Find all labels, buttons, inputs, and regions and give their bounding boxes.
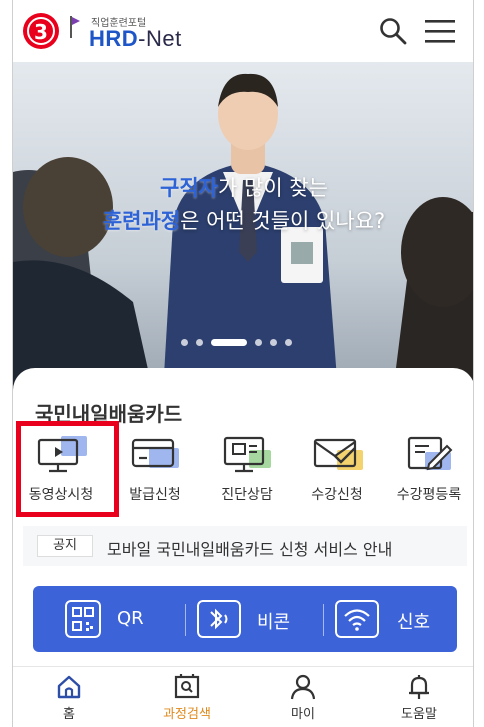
app-header: 3 직업훈련포털 HRD-Net xyxy=(13,0,473,62)
notice-badge: 공지 xyxy=(37,535,93,557)
auth-divider xyxy=(323,604,324,636)
nav-label: 도움말 xyxy=(401,707,437,722)
wifi-icon xyxy=(335,600,379,638)
qr-button[interactable]: QR xyxy=(65,600,175,638)
highlight-annotation-box xyxy=(16,421,119,517)
course-search-icon xyxy=(174,674,200,699)
qr-icon xyxy=(65,600,101,638)
home-icon xyxy=(57,675,81,699)
menu-label: 수강평등록 xyxy=(396,487,462,503)
diagnosis-consult-button[interactable]: 진단상담 xyxy=(201,434,293,514)
carousel-dot[interactable] xyxy=(255,339,262,346)
auth-divider xyxy=(185,604,186,636)
notice-text[interactable]: 모바일 국민내일배움카드 신청 서비스 안내 xyxy=(107,536,392,560)
carousel-dot[interactable] xyxy=(285,339,292,346)
logo-wordmark: HRD-Net xyxy=(89,26,182,51)
signal-label: 신호 xyxy=(397,612,431,633)
carousel-dot[interactable] xyxy=(270,339,277,346)
beacon-label: 비콘 xyxy=(257,612,291,633)
logo-flag-icon xyxy=(70,16,80,38)
app-frame: 3 직업훈련포털 HRD-Net 구직자가 많이 찾는 훈련과정은 어떤 것들이… xyxy=(12,0,474,727)
qr-label: QR xyxy=(117,608,144,629)
bluetooth-icon xyxy=(197,600,241,638)
nav-home[interactable]: 홈 xyxy=(29,671,109,723)
notice-bar[interactable]: 공지 모바일 국민내일배움카드 신청 서비스 안내 xyxy=(23,526,467,566)
consult-monitor-icon xyxy=(223,436,271,473)
menu-label: 발급신청 xyxy=(129,487,181,503)
hero-banner[interactable]: 구직자가 많이 찾는 훈련과정은 어떤 것들이 있나요? xyxy=(13,62,473,392)
beacon-button[interactable]: 비콘 xyxy=(197,600,307,638)
step-marker: 3 xyxy=(23,13,59,49)
nav-help[interactable]: 도움말 xyxy=(379,671,459,723)
bottom-navigation: 홈 과정검색 마이 도움말 xyxy=(13,666,473,727)
bell-icon xyxy=(409,675,429,699)
card-issue-button[interactable]: 발급신청 xyxy=(109,434,201,514)
learning-card-section: 국민내일배움카드 동영상시청 발급신청 진단상담 수강신청 수강평등록 공지 모… xyxy=(13,368,473,668)
course-review-button[interactable]: 수강평등록 xyxy=(383,434,473,514)
course-apply-button[interactable]: 수강신청 xyxy=(291,434,383,514)
nav-label: 마이 xyxy=(291,707,315,722)
menu-label: 수강신청 xyxy=(311,487,363,503)
search-icon[interactable] xyxy=(377,16,409,46)
hero-headline: 구직자가 많이 찾는 훈련과정은 어떤 것들이 있나요? xyxy=(102,176,386,233)
card-icon xyxy=(131,438,179,468)
nav-my[interactable]: 마이 xyxy=(263,671,343,723)
menu-label: 진단상담 xyxy=(221,487,273,503)
edit-review-icon xyxy=(407,436,453,471)
carousel-dot[interactable] xyxy=(196,339,203,346)
attendance-auth-bar: QR 비콘 신호 xyxy=(33,586,457,652)
person-icon xyxy=(290,674,316,700)
carousel-dot-active[interactable] xyxy=(211,339,247,346)
nav-label: 홈 xyxy=(63,707,75,722)
nav-course-search[interactable]: 과정검색 xyxy=(147,671,227,723)
carousel-dot[interactable] xyxy=(181,339,188,346)
check-envelope-icon xyxy=(313,438,363,470)
hamburger-menu-icon[interactable] xyxy=(423,16,457,46)
nav-label-active: 과정검색 xyxy=(163,707,211,722)
signal-button[interactable]: 신호 xyxy=(335,600,445,638)
